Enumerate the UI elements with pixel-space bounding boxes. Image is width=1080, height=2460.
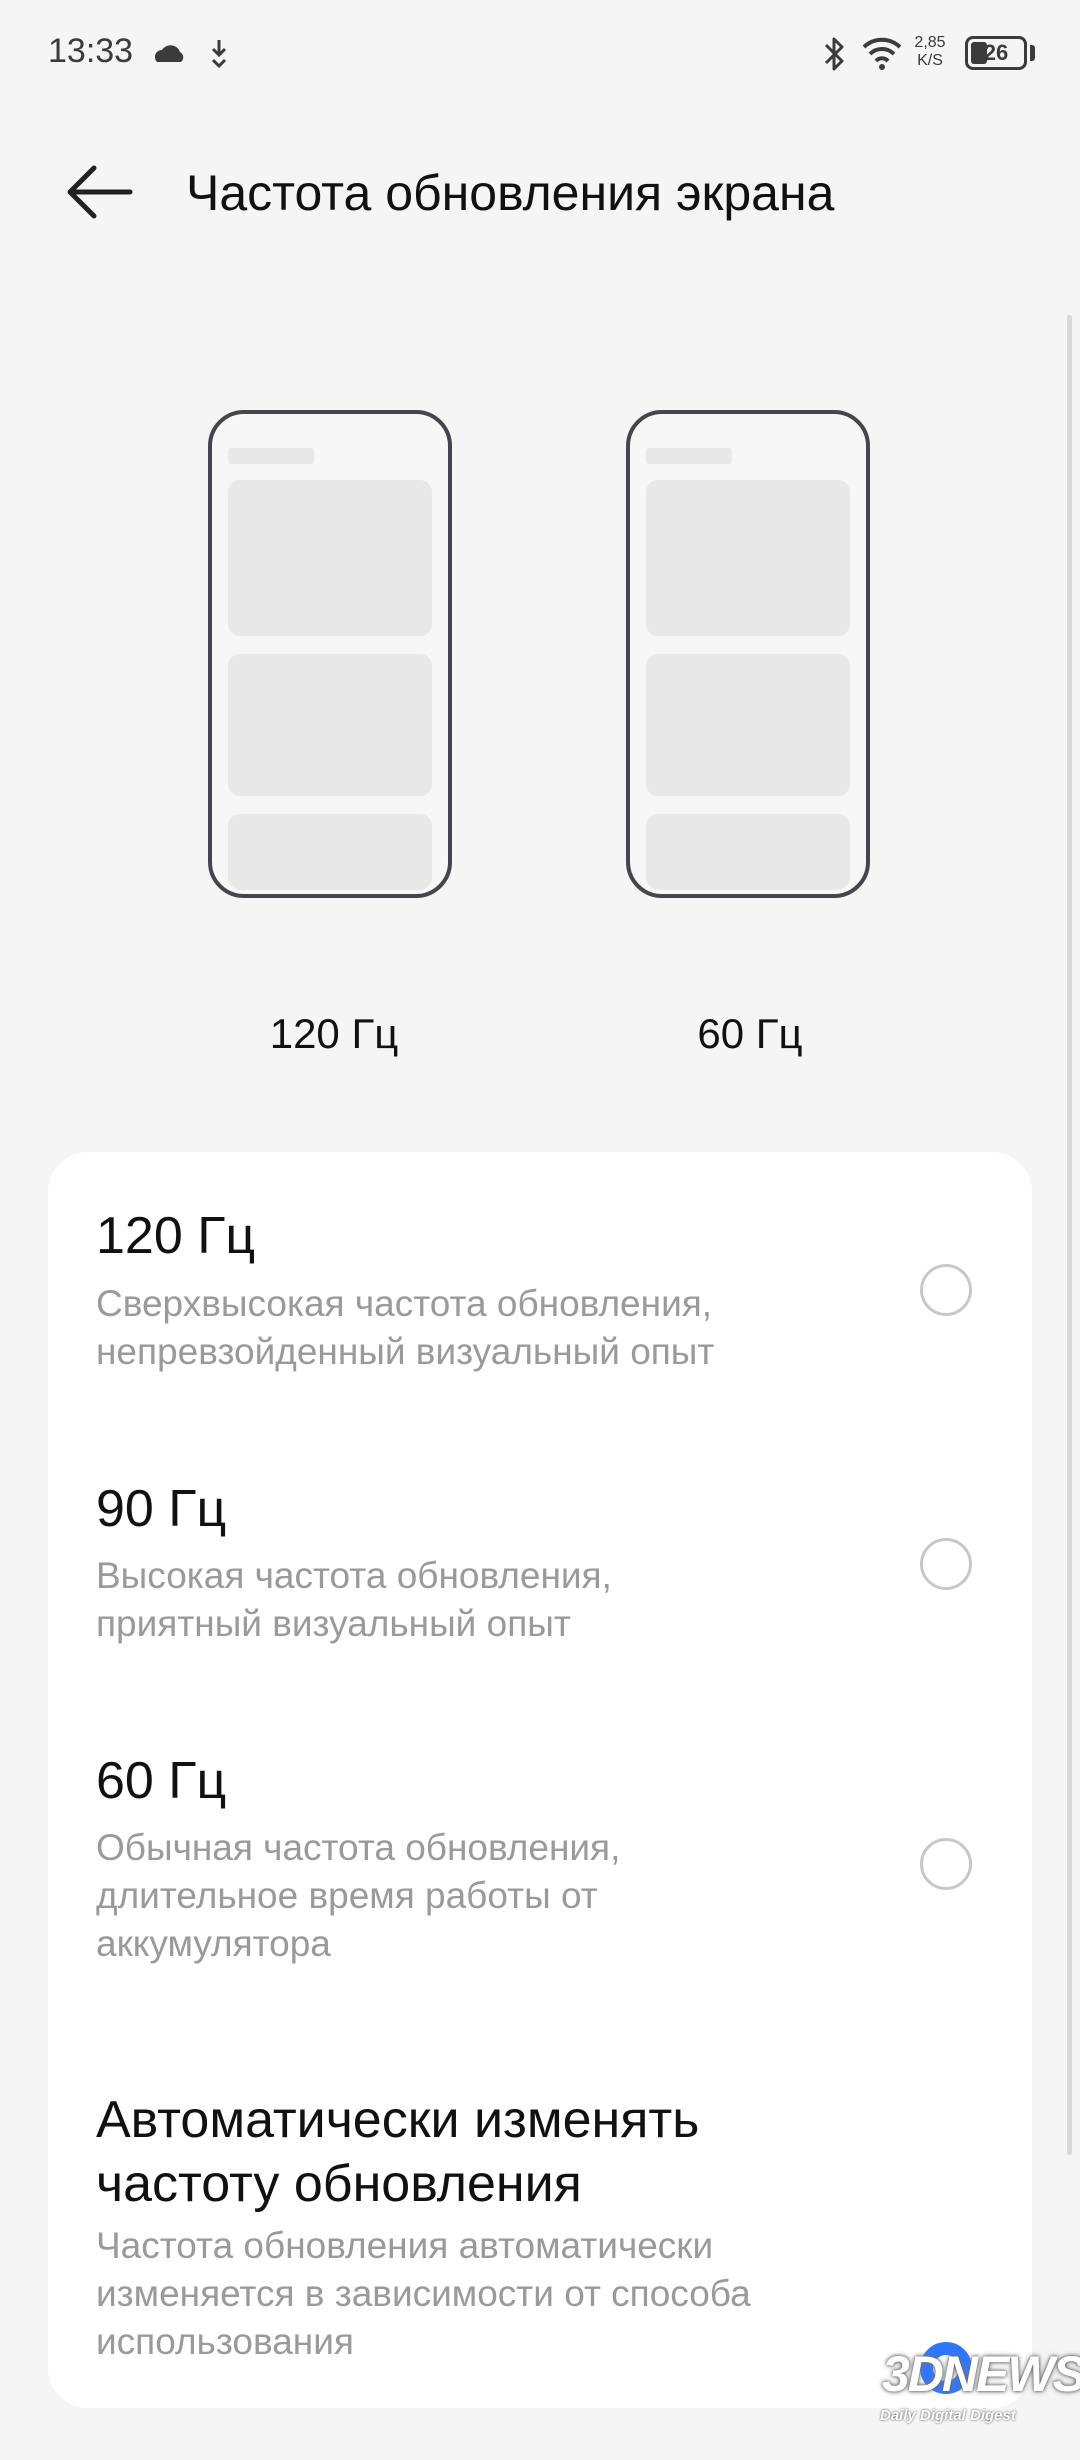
bluetooth-icon — [824, 37, 844, 71]
option-60hz[interactable]: 60 Гц Обычная частота обновления, длител… — [48, 1692, 1032, 2022]
watermark-logo: 3DNEWS Daily Digital Digest — [870, 2345, 1080, 2445]
download-icon — [211, 40, 227, 69]
option-description: Обычная частота обновления, длительное в… — [96, 1827, 621, 1964]
radio-120hz[interactable] — [920, 1264, 972, 1316]
back-arrow-icon — [67, 165, 133, 219]
preview-label-120hz: 120 Гц — [269, 1010, 399, 1057]
network-speed-unit: K/S — [917, 52, 943, 69]
network-speed-value: 2,85 — [914, 34, 946, 51]
option-90hz[interactable]: 90 Гц Высокая частота обновления, приятн… — [48, 1422, 1032, 1692]
status-notification-icons — [155, 40, 227, 69]
option-120hz[interactable]: 120 Гц Сверхвысокая частота обновления, … — [48, 1152, 1032, 1422]
option-title: 120 Гц — [96, 1207, 256, 1265]
page-title: Частота обновления экрана — [186, 165, 835, 221]
option-description: Частота обновления автоматически изменяе… — [96, 2225, 751, 2362]
battery-tip — [1030, 45, 1035, 61]
radio-60hz[interactable] — [920, 1838, 972, 1890]
status-bar: 13:33 2,85 K/S 26 — [0, 0, 1080, 110]
battery-icon: 26 — [965, 36, 1027, 70]
back-button[interactable] — [60, 150, 140, 230]
wifi-icon — [862, 37, 902, 70]
option-title: Автоматически изменять частоту обновлени… — [96, 2091, 700, 2213]
option-title: 60 Гц — [96, 1752, 227, 1810]
option-description: Высокая частота обновления, приятный виз… — [96, 1555, 612, 1644]
preview-60hz-phone-illustration — [626, 410, 870, 898]
refresh-rate-options-card: 120 Гц Сверхвысокая частота обновления, … — [48, 1152, 1032, 2408]
status-time: 13:33 — [48, 32, 134, 70]
watermark-main: 3DNEWS — [882, 2346, 1080, 2402]
network-speed: 2,85 K/S — [905, 34, 955, 70]
battery-level: 26 — [983, 40, 1009, 65]
cloud-icon — [155, 45, 184, 62]
watermark-sub: Daily Digital Digest — [880, 2407, 1016, 2424]
radio-90hz[interactable] — [920, 1538, 972, 1590]
option-title: 90 Гц — [96, 1480, 227, 1538]
preview-120hz-phone-illustration — [208, 410, 452, 898]
option-description: Сверхвысокая частота обновления, непревз… — [96, 1283, 715, 1372]
preview-label-60hz: 60 Гц — [697, 1010, 803, 1057]
scrollbar[interactable] — [1067, 315, 1072, 2155]
